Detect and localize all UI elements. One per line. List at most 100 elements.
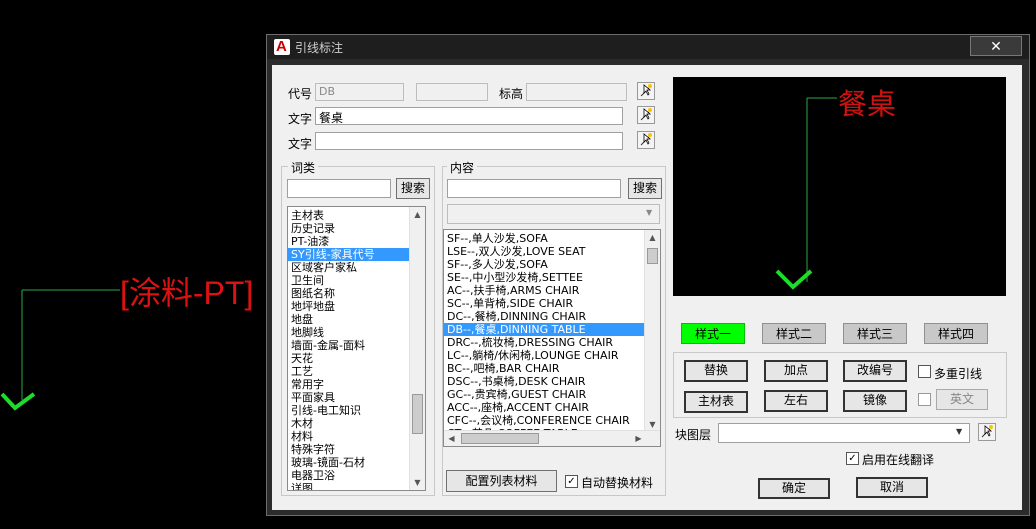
content-list-item[interactable]: CFC--,会议椅,CONFERENCE CHAIR: [444, 414, 647, 427]
category-list-item[interactable]: 卫生间: [288, 274, 412, 287]
style-button-3[interactable]: 样式三: [843, 323, 907, 344]
cancel-button[interactable]: 取消: [856, 477, 928, 498]
leader-annotation-dialog: 引线标注 ✕ 代号 DB 标高 文字 餐桌 文字 词类 搜索 主材表历史记录PT…: [266, 34, 1030, 516]
renumber-button[interactable]: 改编号: [843, 360, 907, 382]
content-list-item[interactable]: GC--,贵宾椅,GUEST CHAIR: [444, 388, 647, 401]
scroll-left-icon[interactable]: ◀: [444, 431, 459, 446]
category-list-item[interactable]: 特殊字符: [288, 443, 412, 456]
content-list-item[interactable]: AC--,扶手椅,ARMS CHAIR: [444, 284, 647, 297]
category-list-item[interactable]: 历史记录: [288, 222, 412, 235]
category-list-item[interactable]: SY引线-家具代号: [288, 248, 412, 261]
code-field[interactable]: DB: [315, 83, 404, 101]
content-list-item[interactable]: SF--,多人沙发,SOFA: [444, 258, 647, 271]
scroll-right-icon[interactable]: ▶: [631, 431, 646, 446]
category-items: 主材表 历史记录 PT-油漆 SY引线-家具代号 区域客户家私 卫生间 图纸名称 地坪地盘 地盘…: [288, 209, 412, 490]
content-list-item[interactable]: SC--,单背椅,SIDE CHAIR: [444, 297, 647, 310]
category-list-item[interactable]: 工艺: [288, 365, 412, 378]
english-checkbox[interactable]: [918, 393, 931, 406]
category-list-item[interactable]: 电器卫浴: [288, 469, 412, 482]
height-field[interactable]: [526, 83, 627, 101]
scroll-up-icon[interactable]: ▲: [410, 207, 425, 222]
mirror-button[interactable]: 镜像: [843, 390, 907, 412]
category-list-item[interactable]: 地盘: [288, 313, 412, 326]
ok-button[interactable]: 确定: [758, 478, 830, 499]
category-search-button[interactable]: 搜索: [396, 178, 430, 199]
category-list-item[interactable]: 木材: [288, 417, 412, 430]
category-list-item[interactable]: 墙面-金属-面料: [288, 339, 412, 352]
content-list[interactable]: SF--,单人沙发,SOFA LSE--,双人沙发,LOVE SEAT SF--,多…: [443, 229, 661, 447]
style-button-1[interactable]: 样式一: [681, 323, 745, 344]
code-label: 代号: [288, 87, 313, 101]
text1-label: 文字: [288, 112, 313, 126]
content-list-item[interactable]: ACC--,座椅,ACCENT CHAIR: [444, 401, 647, 414]
content-search-input[interactable]: [447, 179, 621, 198]
english-button[interactable]: 英文: [936, 389, 988, 410]
style-button-2[interactable]: 样式二: [762, 323, 826, 344]
multi-leader-checkbox[interactable]: [918, 365, 931, 378]
content-vscrollbar[interactable]: ▲ ▼: [644, 230, 660, 432]
category-scrollbar[interactable]: ▲ ▼: [409, 207, 425, 490]
content-dropdown-chevron-icon[interactable]: ▼: [646, 208, 652, 217]
auto-replace-label: 自动替换材料: [581, 476, 654, 490]
translate-checkbox[interactable]: ✓: [846, 452, 859, 465]
content-list-item[interactable]: DRC--,梳妆椅,DRESSING CHAIR: [444, 336, 647, 349]
content-list-item[interactable]: DC--,餐椅,DINNING CHAIR: [444, 310, 647, 323]
main-material-button[interactable]: 主材表: [684, 391, 748, 413]
block-layer-chevron-icon[interactable]: ▼: [956, 427, 962, 436]
category-list[interactable]: 主材表 历史记录 PT-油漆 SY引线-家具代号 区域客户家私 卫生间 图纸名称 地坪地盘 地盘…: [287, 206, 426, 491]
category-list-item[interactable]: 地脚线: [288, 326, 412, 339]
category-list-item[interactable]: 图纸名称: [288, 287, 412, 300]
category-list-item[interactable]: 详图: [288, 482, 412, 490]
content-search-button[interactable]: 搜索: [628, 178, 662, 199]
category-list-item[interactable]: PT-油漆: [288, 235, 412, 248]
hscroll-thumb[interactable]: [461, 433, 539, 444]
category-list-item[interactable]: 引线-电工知识: [288, 404, 412, 417]
content-list-item[interactable]: DSC--,书桌椅,DESK CHAIR: [444, 375, 647, 388]
scroll-thumb[interactable]: [647, 248, 658, 264]
category-list-item[interactable]: 常用字: [288, 378, 412, 391]
scroll-down-icon[interactable]: ▼: [410, 475, 425, 490]
close-button[interactable]: ✕: [970, 36, 1022, 56]
scroll-up-icon[interactable]: ▲: [645, 230, 660, 245]
content-items: SF--,单人沙发,SOFA LSE--,双人沙发,LOVE SEAT SF--,多…: [444, 232, 647, 446]
block-layer-dropdown[interactable]: [718, 423, 970, 443]
pick-text2-icon[interactable]: [637, 131, 655, 149]
content-list-item[interactable]: SF--,单人沙发,SOFA: [444, 232, 647, 245]
content-hscrollbar[interactable]: ◀ ▶: [444, 430, 660, 446]
left-right-button[interactable]: 左右: [764, 390, 828, 412]
background-leader: [0, 289, 120, 411]
category-list-item[interactable]: 区域客户家私: [288, 261, 412, 274]
translate-label: 启用在线翻译: [862, 453, 935, 467]
scroll-thumb[interactable]: [412, 394, 423, 434]
style-button-4[interactable]: 样式四: [924, 323, 988, 344]
add-point-button[interactable]: 加点: [764, 360, 828, 382]
content-list-item[interactable]: SE--,中小型沙发椅,SETTEE: [444, 271, 647, 284]
background-annotation-text: [涂料-PT]: [120, 275, 254, 311]
content-list-item[interactable]: BC--,吧椅,BAR CHAIR: [444, 362, 647, 375]
content-dropdown[interactable]: [447, 204, 660, 224]
text1-input[interactable]: 餐桌: [315, 107, 623, 125]
category-list-item[interactable]: 地坪地盘: [288, 300, 412, 313]
replace-button[interactable]: 替换: [684, 360, 748, 382]
text2-input[interactable]: [315, 132, 623, 150]
title-bar[interactable]: 引线标注 ✕: [267, 35, 1029, 59]
auto-replace-checkbox[interactable]: ✓: [565, 475, 578, 488]
block-layer-label: 块图层: [675, 428, 712, 442]
category-list-item[interactable]: 主材表: [288, 209, 412, 222]
code-extra-field[interactable]: [416, 83, 488, 101]
config-list-button[interactable]: 配置列表材料: [446, 470, 557, 492]
category-list-item[interactable]: 材料: [288, 430, 412, 443]
category-group-label: 词类: [288, 159, 319, 176]
preview-canvas: 餐桌: [673, 77, 1006, 296]
category-list-item[interactable]: 玻璃-镜面-石材: [288, 456, 412, 469]
category-search-input[interactable]: [287, 179, 391, 198]
category-list-item[interactable]: 天花: [288, 352, 412, 365]
content-list-item[interactable]: DB--,餐桌,DINNING TABLE: [444, 323, 647, 336]
category-list-item[interactable]: 平面家具: [288, 391, 412, 404]
pick-text1-icon[interactable]: [637, 106, 655, 124]
pick-layer-icon[interactable]: [978, 423, 996, 441]
pick-point-icon[interactable]: [637, 82, 655, 100]
content-list-item[interactable]: LSE--,双人沙发,LOVE SEAT: [444, 245, 647, 258]
content-list-item[interactable]: LC--,躺椅/休闲椅,LOUNGE CHAIR: [444, 349, 647, 362]
dialog-body: 代号 DB 标高 文字 餐桌 文字 词类 搜索 主材表 历史记录 PT-油漆 SY引线…: [272, 65, 1022, 510]
